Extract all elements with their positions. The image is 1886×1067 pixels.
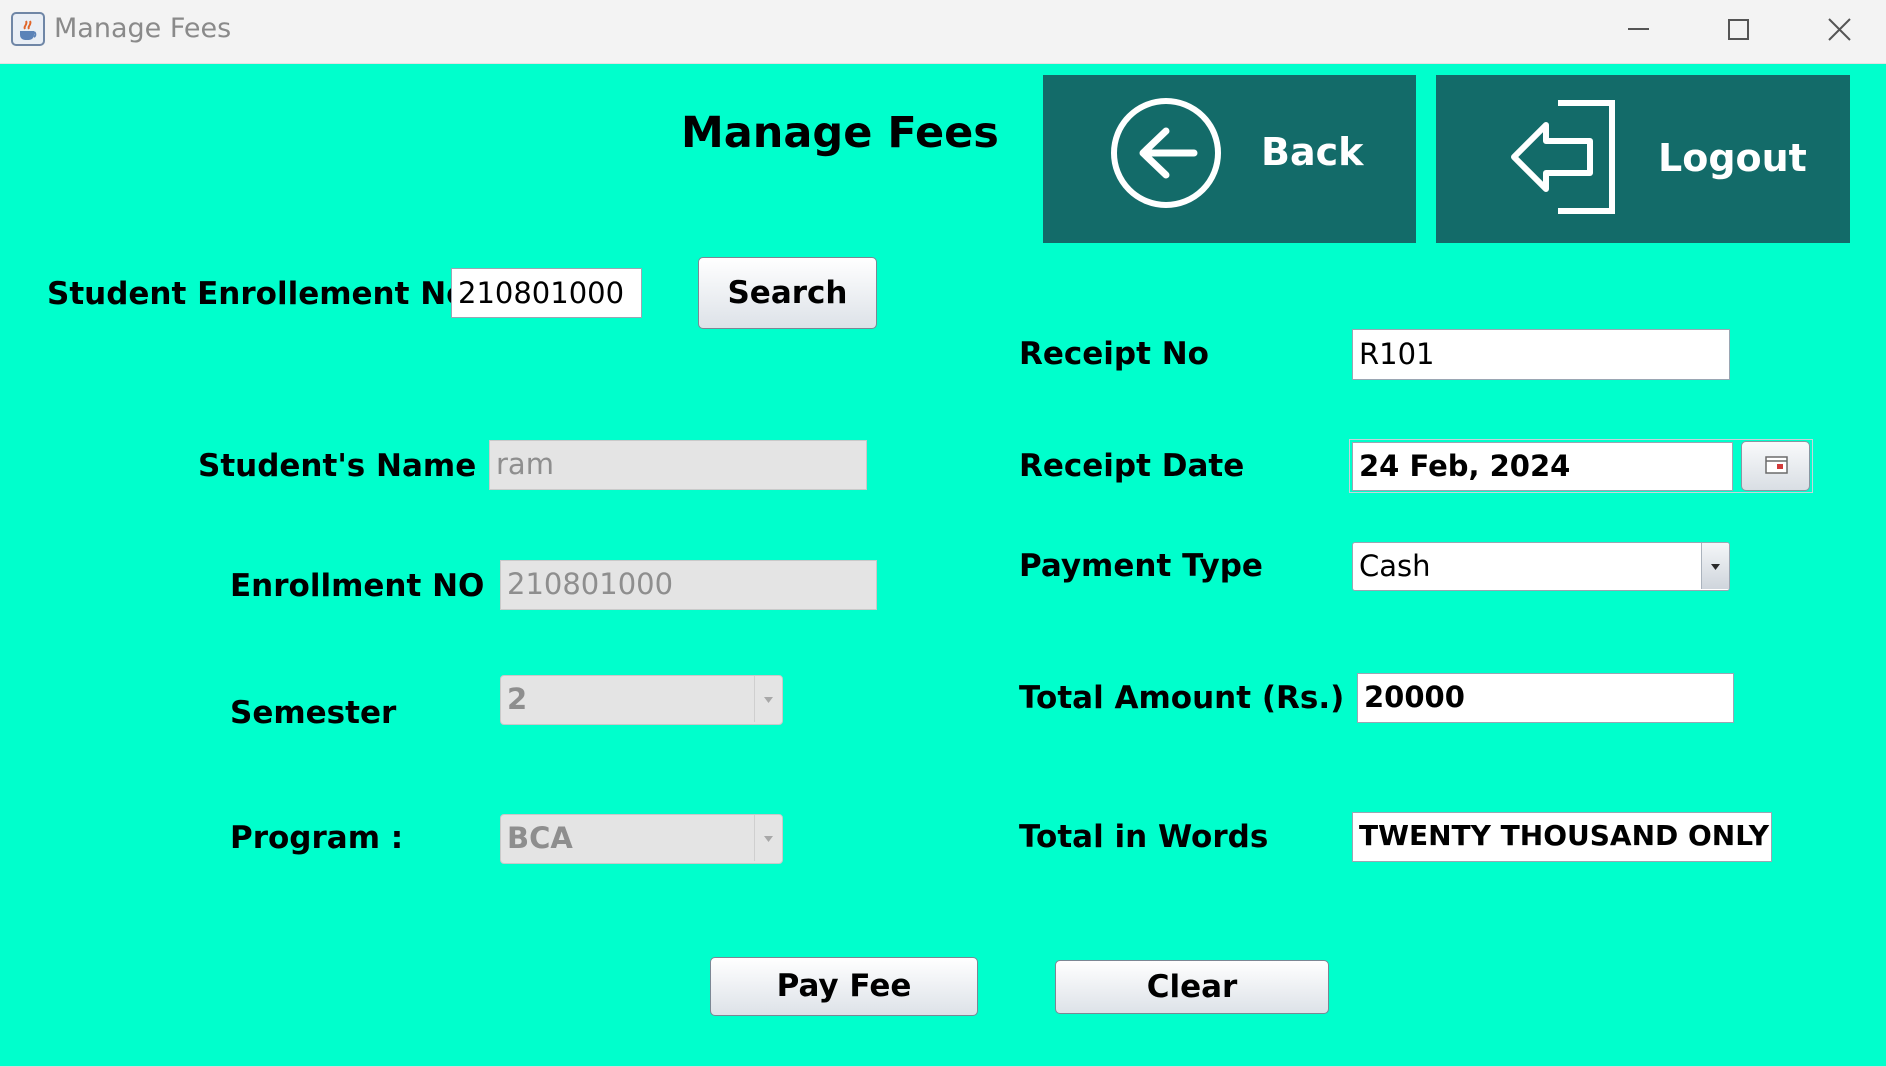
receipt-no-label: Receipt No (1019, 336, 1209, 372)
page-title: Manage Fees (681, 108, 999, 158)
enrollment-search-input[interactable]: 210801000 (451, 268, 642, 318)
pay-fee-button[interactable]: Pay Fee (710, 957, 978, 1016)
back-button[interactable]: Back (1043, 75, 1416, 243)
total-amount-label: Total Amount (Rs.) (1019, 680, 1345, 716)
date-picker-button[interactable] (1741, 441, 1810, 491)
logout-button[interactable]: Logout (1436, 75, 1850, 243)
logout-label: Logout (1658, 136, 1807, 180)
maximize-icon[interactable] (1708, 10, 1768, 50)
payment-type-value: Cash (1359, 549, 1431, 583)
window-titlebar: Manage Fees (0, 0, 1886, 64)
clear-button[interactable]: Clear (1055, 960, 1329, 1014)
semester-select[interactable]: 2 (500, 675, 783, 725)
chevron-down-icon[interactable] (1701, 543, 1729, 589)
chevron-down-icon[interactable] (754, 815, 782, 861)
payment-type-select[interactable]: Cash (1352, 542, 1730, 591)
program-value: BCA (507, 821, 573, 855)
chevron-down-icon[interactable] (754, 676, 782, 722)
total-in-words-field[interactable]: TWENTY THOUSAND ONLY (1352, 812, 1772, 862)
total-in-words-label: Total in Words (1019, 819, 1269, 855)
enrollment-search-label: Student Enrollement No: (47, 276, 480, 312)
semester-value: 2 (507, 682, 528, 716)
java-cup-icon (11, 12, 45, 46)
search-button[interactable]: Search (698, 257, 877, 329)
back-label: Back (1261, 130, 1364, 174)
program-select[interactable]: BCA (500, 814, 783, 864)
program-label: Program : (230, 820, 404, 856)
receipt-date-field[interactable]: 24 Feb, 2024 (1352, 442, 1733, 491)
arrow-left-circle-icon (1111, 98, 1221, 208)
logout-icon (1511, 100, 1615, 214)
enrollment-no-field[interactable]: 210801000 (500, 560, 877, 610)
student-name-field[interactable]: ram (489, 440, 867, 490)
total-amount-field[interactable]: 20000 (1357, 673, 1734, 723)
window-title: Manage Fees (54, 13, 232, 44)
close-icon[interactable] (1809, 10, 1869, 50)
student-name-label: Student's Name (198, 448, 477, 484)
minimize-icon[interactable] (1608, 10, 1668, 50)
calendar-icon (1765, 456, 1788, 474)
payment-type-label: Payment Type (1019, 548, 1263, 584)
receipt-no-field[interactable]: R101 (1352, 329, 1730, 380)
enrollment-no-label: Enrollment NO (230, 568, 485, 604)
receipt-date-label: Receipt Date (1019, 448, 1245, 484)
semester-label: Semester (230, 695, 397, 731)
